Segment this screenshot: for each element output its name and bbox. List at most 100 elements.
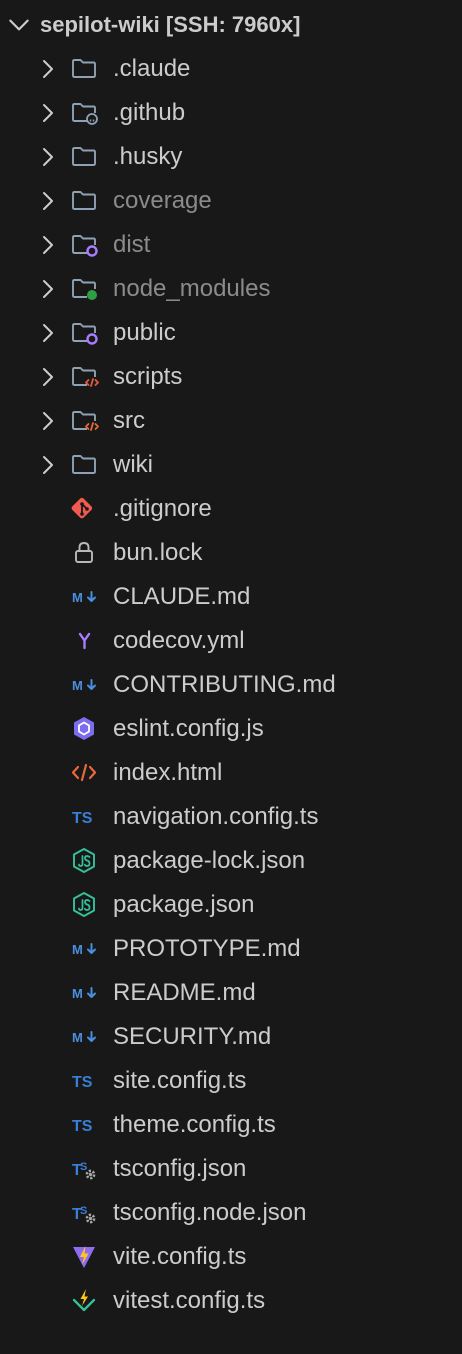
file-item-index-html[interactable]: index.html — [0, 751, 462, 795]
chevron-right-icon[interactable] — [36, 453, 60, 477]
svg-text:S: S — [80, 1161, 87, 1173]
chevron-right-icon[interactable] — [36, 365, 60, 389]
folder-github-icon — [72, 103, 98, 125]
file-label: package-lock.json — [113, 847, 306, 874]
chevron-right-icon[interactable] — [36, 277, 60, 301]
vite-icon — [73, 1246, 95, 1268]
file-item-package-json[interactable]: package.json — [0, 883, 462, 927]
yaml-icon — [78, 632, 91, 650]
folder-item-scripts[interactable]: scripts — [0, 355, 462, 399]
file-item-vite-config-ts[interactable]: vite.config.ts — [0, 1235, 462, 1279]
folder-item-husky[interactable]: .husky — [0, 135, 462, 179]
eslint-icon — [74, 717, 94, 740]
folder-item-github[interactable]: .github — [0, 91, 462, 135]
vitest-icon — [72, 1289, 96, 1312]
file-item-tsconfig-node-json[interactable]: T S tsconfig.node.json — [0, 1191, 462, 1235]
folder-item-wiki[interactable]: wiki — [0, 443, 462, 487]
folder-item-node-modules[interactable]: node_modules — [0, 267, 462, 311]
file-item-package-lock-json[interactable]: package-lock.json — [0, 839, 462, 883]
folder-item-public[interactable]: public — [0, 311, 462, 355]
folder-src-icon — [72, 411, 99, 431]
svg-text:TS: TS — [72, 1118, 93, 1135]
file-item-claude-md[interactable]: M CLAUDE.md — [0, 575, 462, 619]
file-item-contributing-md[interactable]: M CONTRIBUTING.md — [0, 663, 462, 707]
folder-label: wiki — [113, 451, 153, 478]
file-label: site.config.ts — [113, 1067, 247, 1094]
chevron-down-icon[interactable] — [6, 12, 32, 38]
file-label: vitest.config.ts — [113, 1287, 266, 1314]
svg-text:TS: TS — [72, 810, 93, 827]
folder-item-coverage[interactable]: coverage — [0, 179, 462, 223]
folder-item-claude[interactable]: .claude — [0, 47, 462, 91]
file-item-tsconfig-json[interactable]: T S tsconfig.json — [0, 1147, 462, 1191]
file-item-bun-lock[interactable]: bun.lock — [0, 531, 462, 575]
file-item-theme-config-ts[interactable]: TS theme.config.ts — [0, 1103, 462, 1147]
tsconfig-icon: TS — [72, 1205, 96, 1224]
svg-text:M: M — [72, 986, 83, 1001]
svg-text:TS: TS — [72, 1074, 93, 1091]
html-icon — [71, 763, 97, 782]
file-item-navigation-config-ts[interactable]: TS navigation.config.ts — [0, 795, 462, 839]
file-label: navigation.config.ts — [113, 803, 319, 830]
file-label: CONTRIBUTING.md — [113, 671, 336, 698]
nodejs-icon — [73, 848, 95, 873]
chevron-right-icon[interactable] — [36, 409, 60, 433]
folder-icon — [72, 191, 96, 210]
file-item-security-md[interactable]: M SECURITY.md — [0, 1015, 462, 1059]
folder-node-icon — [72, 279, 97, 300]
folder-icon — [72, 59, 96, 78]
file-label: CLAUDE.md — [113, 583, 251, 610]
file-label: package.json — [113, 891, 255, 918]
chevron-right-icon[interactable] — [36, 189, 60, 213]
file-item-site-config-ts[interactable]: TS site.config.ts — [0, 1059, 462, 1103]
file-label: bun.lock — [113, 539, 203, 566]
file-label: vite.config.ts — [113, 1243, 247, 1270]
git-icon — [71, 497, 93, 519]
file-item-gitignore[interactable]: .gitignore — [0, 487, 462, 531]
workspace-root[interactable]: sepilot-wiki [SSH: 7960x] — [0, 3, 462, 47]
file-label: theme.config.ts — [113, 1111, 276, 1138]
folder-label: dist — [113, 231, 151, 258]
folder-label: coverage — [113, 187, 212, 214]
file-label: eslint.config.js — [113, 715, 264, 742]
folder-icon — [72, 147, 96, 166]
file-label: PROTOTYPE.md — [113, 935, 301, 962]
workspace-root-label: sepilot-wiki [SSH: 7960x] — [40, 12, 301, 37]
chevron-right-icon[interactable] — [36, 101, 60, 125]
svg-text:M: M — [72, 1030, 83, 1045]
folder-label: .github — [113, 99, 186, 126]
chevron-right-icon[interactable] — [36, 233, 60, 257]
markdown-icon: M — [72, 986, 96, 1001]
chevron-right-icon[interactable] — [36, 145, 60, 169]
file-label: tsconfig.node.json — [113, 1199, 307, 1226]
folder-item-dist[interactable]: dist — [0, 223, 462, 267]
file-item-prototype-md[interactable]: M PROTOTYPE.md — [0, 927, 462, 971]
folder-label: public — [113, 319, 176, 346]
folder-dist-icon — [72, 235, 98, 257]
file-item-vitest-config-ts[interactable]: vitest.config.ts — [0, 1279, 462, 1323]
svg-text:M: M — [72, 590, 83, 605]
file-label: tsconfig.json — [113, 1155, 247, 1182]
folder-icon — [72, 455, 96, 474]
markdown-icon: M — [72, 590, 96, 605]
file-item-codecov-yml[interactable]: codecov.yml — [0, 619, 462, 663]
svg-text:S: S — [80, 1205, 87, 1217]
tsconfig-icon: TS — [72, 1161, 96, 1180]
folder-label: .husky — [113, 143, 183, 170]
folder-item-src[interactable]: src — [0, 399, 462, 443]
file-label: codecov.yml — [113, 627, 245, 654]
typescript-icon: TS — [72, 1118, 93, 1135]
lock-icon — [75, 542, 93, 563]
chevron-right-icon[interactable] — [36, 57, 60, 81]
folder-public-icon — [72, 323, 98, 345]
file-item-readme-md[interactable]: M README.md — [0, 971, 462, 1015]
file-item-eslint-config-js[interactable]: eslint.config.js — [0, 707, 462, 751]
file-label: .gitignore — [113, 495, 212, 522]
file-label: README.md — [113, 979, 256, 1006]
folder-label: src — [113, 407, 145, 434]
folder-scripts-icon — [72, 367, 99, 387]
typescript-icon: TS — [72, 810, 93, 827]
folder-label: node_modules — [113, 275, 271, 302]
nodejs-icon — [73, 892, 95, 917]
chevron-right-icon[interactable] — [36, 321, 60, 345]
